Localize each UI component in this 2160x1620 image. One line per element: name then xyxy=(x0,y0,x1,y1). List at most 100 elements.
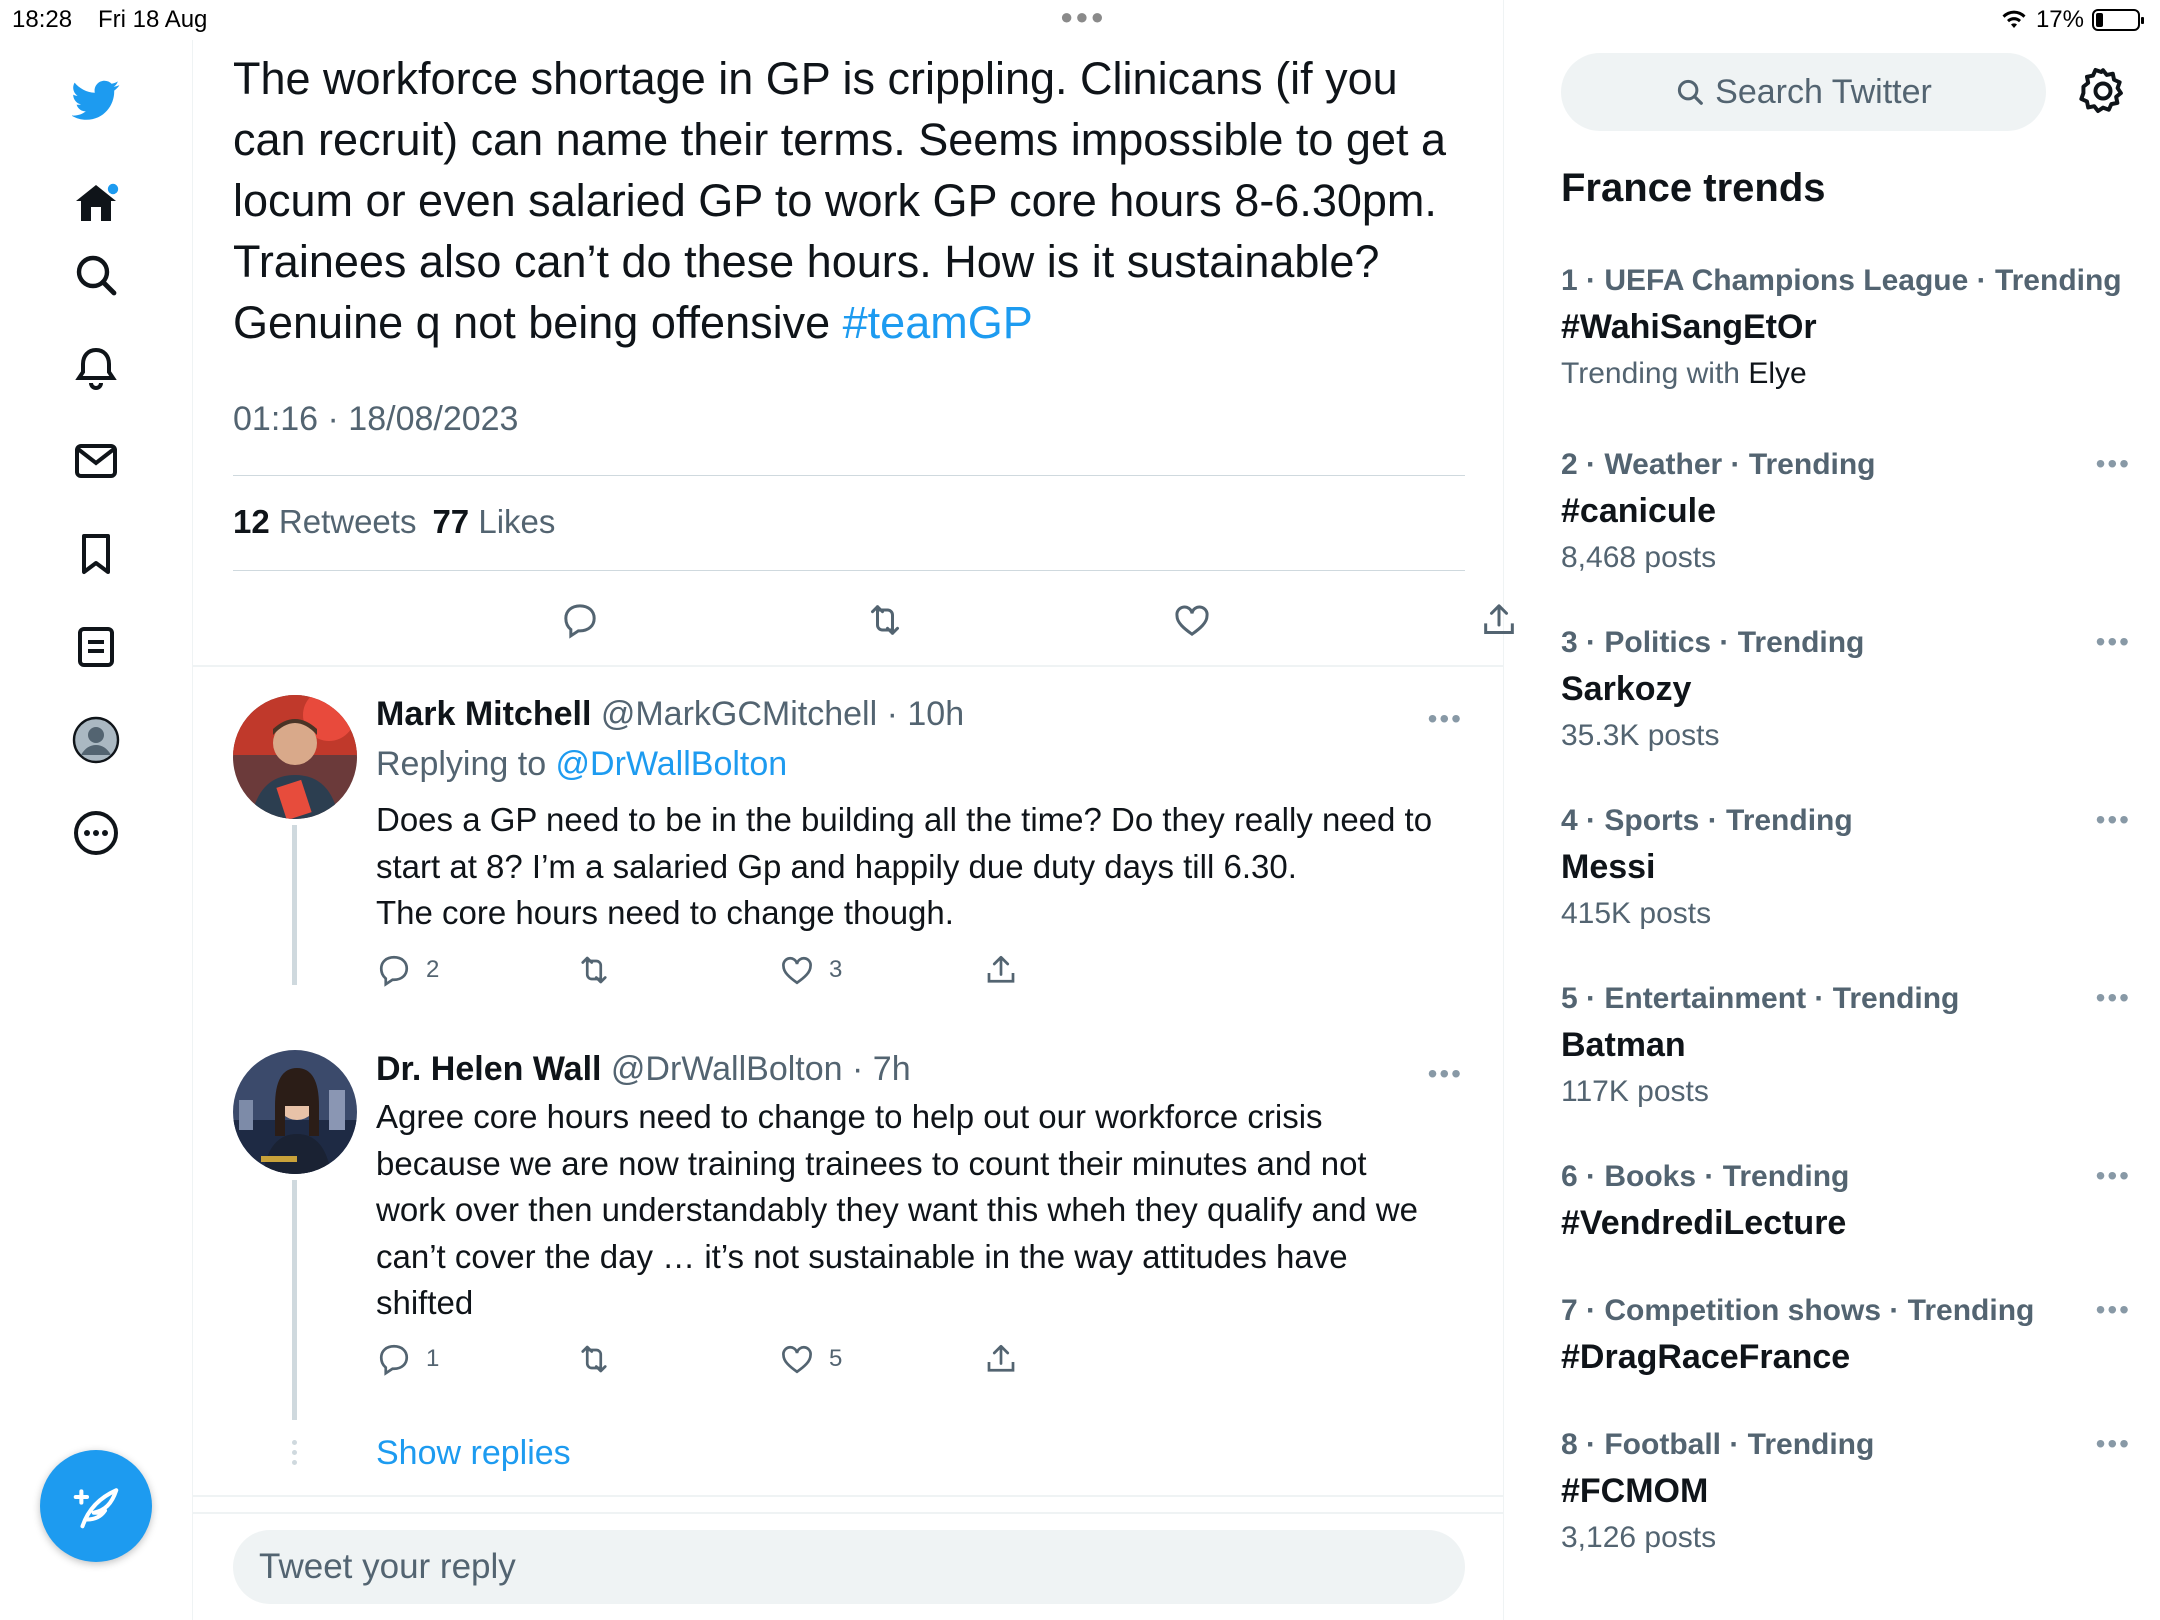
tweet-timestamp[interactable]: 01:16 · 18/08/2023 xyxy=(233,400,518,439)
more-icon[interactable] xyxy=(63,800,129,866)
reply-icon[interactable] xyxy=(555,595,605,645)
reply-header: Dr. Helen Wall @DrWallBolton · 7h xyxy=(376,1050,911,1089)
trend-item[interactable]: ••• 2 · Weather · Trending #canicule 8,4… xyxy=(1561,448,2131,575)
author-name[interactable]: Mark Mitchell xyxy=(376,695,591,733)
trend-category: 6 · Books · Trending xyxy=(1561,1160,1850,1193)
retweets-stat[interactable]: 12 Retweets xyxy=(233,503,416,541)
reply-text-line: work over then understandably they want … xyxy=(376,1191,1418,1228)
trend-more-icon[interactable]: ••• xyxy=(2096,1428,2131,1460)
trend-sub: 35.3K posts xyxy=(1561,719,1720,752)
share-button[interactable] xyxy=(983,952,1019,988)
thread-line xyxy=(292,825,297,985)
trend-name: Batman xyxy=(1561,1026,1686,1064)
compose-button[interactable] xyxy=(40,1450,152,1562)
trend-name: Messi xyxy=(1561,848,1656,886)
trend-more-icon[interactable]: ••• xyxy=(2096,448,2131,480)
trend-category-label: Weather · Trending xyxy=(1604,448,1876,481)
trend-sub: 3,126 posts xyxy=(1561,1521,1717,1554)
author-name[interactable]: Dr. Helen Wall xyxy=(376,1050,601,1088)
trend-rank: 1 xyxy=(1561,264,1578,297)
replying-to-link[interactable]: @DrWallBolton xyxy=(556,745,788,783)
trend-category-label: Politics · Trending xyxy=(1604,626,1865,659)
hashtag-link[interactable]: #teamGP xyxy=(843,297,1033,348)
mail-icon[interactable] xyxy=(63,428,129,494)
retweet-icon[interactable] xyxy=(860,595,910,645)
bell-icon[interactable] xyxy=(63,335,129,401)
search-icon[interactable] xyxy=(63,242,129,308)
trend-category-label: Football · Trending xyxy=(1604,1428,1875,1461)
trend-rank: 8 xyxy=(1561,1428,1578,1461)
trends-sidebar: Search Twitter France trends 1 · UEFA Ch… xyxy=(1505,0,2160,1620)
reply-icon xyxy=(379,1344,409,1376)
tweet-more-icon[interactable]: ••• xyxy=(1428,1058,1463,1090)
like-count: 3 xyxy=(829,956,843,983)
trend-item[interactable]: ••• 5 · Entertainment · Trending Batman … xyxy=(1561,982,2131,1109)
divider xyxy=(233,475,1465,476)
trend-more-icon[interactable]: ••• xyxy=(2096,982,2131,1014)
share-button[interactable] xyxy=(983,1341,1019,1377)
reply-button[interactable]: 1 xyxy=(376,1341,439,1377)
author-handle[interactable]: @DrWallBolton · 7h xyxy=(611,1050,911,1088)
reply-button[interactable]: 2 xyxy=(376,952,439,988)
trend-more-icon[interactable]: ••• xyxy=(2096,1160,2131,1192)
author-handle[interactable]: @MarkGCMitchell · 10h xyxy=(601,695,964,733)
tweet-stats: 12 Retweets 77 Likes xyxy=(233,503,555,541)
divider xyxy=(193,1512,1504,1514)
reply-input[interactable] xyxy=(233,1530,1465,1604)
trend-more-icon[interactable]: ••• xyxy=(2096,804,2131,836)
lists-icon[interactable] xyxy=(63,614,129,680)
bookmark-icon[interactable] xyxy=(63,521,129,587)
trend-more-icon[interactable]: ••• xyxy=(2096,626,2131,658)
search-icon xyxy=(1678,79,1704,105)
trend-category-label: Sports · Trending xyxy=(1604,804,1853,837)
like-icon[interactable] xyxy=(1167,595,1217,645)
trend-rank: 3 xyxy=(1561,626,1578,659)
reply-text-line: The core hours need to change though. xyxy=(376,894,954,931)
tweet-more-icon[interactable]: ••• xyxy=(1428,703,1463,735)
home-icon[interactable] xyxy=(63,170,129,236)
tweet-actions xyxy=(233,595,1514,645)
retweet-button[interactable] xyxy=(576,1341,626,1377)
like-button[interactable]: 3 xyxy=(779,952,842,988)
trend-item[interactable]: ••• 4 · Sports · Trending Messi 415K pos… xyxy=(1561,804,2131,931)
reply-composer[interactable] xyxy=(233,1530,1465,1604)
retweet-button[interactable] xyxy=(576,952,626,988)
trend-name: #WahiSangEtOr xyxy=(1561,308,1817,346)
trend-item[interactable]: ••• 7 · Competition shows · Trending #Dr… xyxy=(1561,1294,2131,1377)
trend-category: 7 · Competition shows · Trending xyxy=(1561,1294,2035,1327)
trend-rank: 4 xyxy=(1561,804,1578,837)
likes-stat[interactable]: 77 Likes xyxy=(432,503,555,541)
trend-item[interactable]: ••• 6 · Books · Trending #VendrediLectur… xyxy=(1561,1160,2131,1243)
trend-item[interactable]: ••• 8 · Football · Trending #FCMOM 3,126… xyxy=(1561,1428,2131,1555)
trend-item[interactable]: 1 · UEFA Champions League · Trending #Wa… xyxy=(1561,264,2131,391)
trend-item[interactable]: ••• 3 · Politics · Trending Sarkozy 35.3… xyxy=(1561,626,2131,753)
replying-prefix: Replying to xyxy=(376,745,556,783)
like-icon xyxy=(782,957,812,985)
trend-rank: 6 xyxy=(1561,1160,1578,1193)
search-box[interactable]: Search Twitter xyxy=(1561,53,2046,131)
trend-sub: Trending with Elye xyxy=(1561,357,2131,391)
profile-icon[interactable] xyxy=(63,707,129,773)
show-replies-link[interactable]: Show replies xyxy=(376,1434,571,1473)
reply-tweet[interactable]: Mark Mitchell @MarkGCMitchell · 10h ••• … xyxy=(233,695,1483,995)
left-nav xyxy=(0,40,193,1620)
like-button[interactable]: 5 xyxy=(779,1341,842,1377)
reply-tweet[interactable]: Dr. Helen Wall @DrWallBolton · 7h ••• Ag… xyxy=(233,1050,1483,1420)
status-date: Fri 18 Aug xyxy=(98,6,208,33)
trend-category-label: Competition shows · Trending xyxy=(1604,1294,2035,1327)
reply-actions: 2 3 xyxy=(376,952,1076,992)
twitter-logo-icon[interactable] xyxy=(63,67,129,133)
trend-more-icon[interactable]: ••• xyxy=(2096,1294,2131,1326)
trend-sub-prefix: Trending with xyxy=(1561,357,1749,390)
trend-category-label: Entertainment · Trending xyxy=(1604,982,1960,1015)
status-time: 18:28 xyxy=(12,6,73,33)
trend-rank: 2 xyxy=(1561,448,1578,481)
reply-text: Does a GP need to be in the building all… xyxy=(376,797,1476,937)
trends-title: France trends xyxy=(1561,166,1826,210)
avatar[interactable] xyxy=(233,695,357,819)
gear-icon[interactable] xyxy=(2078,66,2128,116)
avatar[interactable] xyxy=(233,1050,357,1174)
trend-name: #DragRaceFrance xyxy=(1561,1338,1851,1376)
search-placeholder: Search Twitter xyxy=(1715,72,1932,111)
trend-sub-value[interactable]: Elye xyxy=(1748,357,1806,390)
